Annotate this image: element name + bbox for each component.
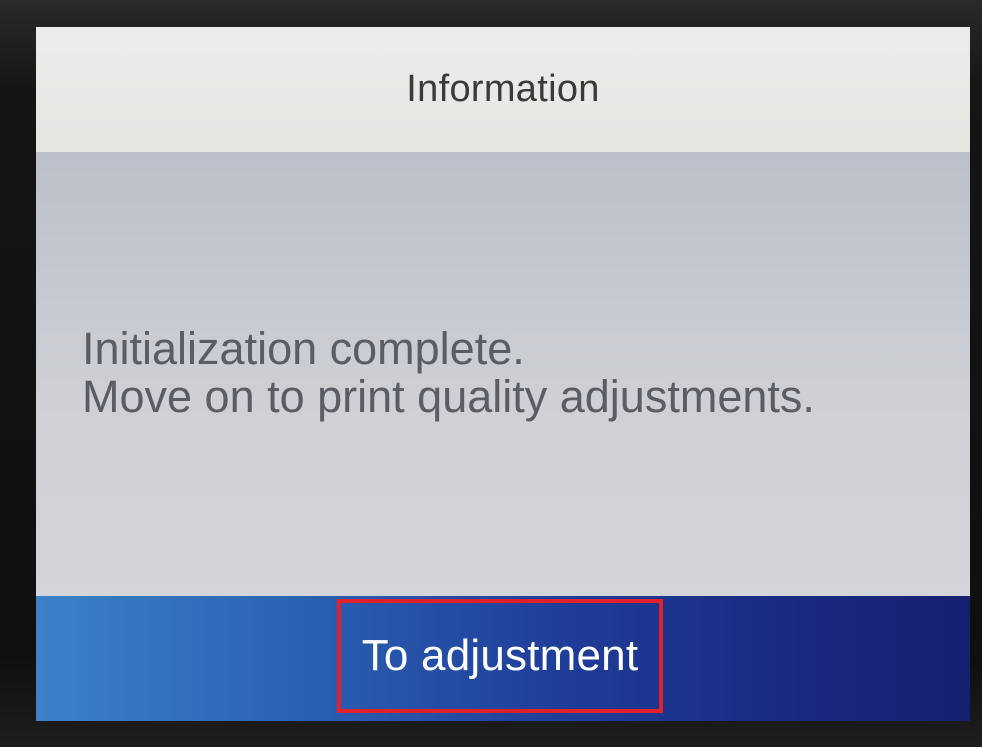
dialog-header: Information — [36, 27, 970, 152]
lcd-screen: Information Initialization complete. Mov… — [36, 27, 970, 721]
dialog-message: Initialization complete. Move on to prin… — [82, 325, 815, 421]
dialog-title: Information — [406, 68, 600, 110]
action-bar: To adjustment — [36, 596, 970, 721]
to-adjustment-label: To adjustment — [361, 631, 639, 680]
message-line-adjustments: Move on to print quality adjustments. — [82, 371, 815, 422]
message-line-initialization: Initialization complete. — [82, 323, 525, 374]
to-adjustment-button[interactable]: To adjustment — [337, 599, 663, 713]
dialog-body: Initialization complete. Move on to prin… — [36, 152, 970, 596]
printer-display-bezel: Information Initialization complete. Mov… — [0, 0, 982, 747]
